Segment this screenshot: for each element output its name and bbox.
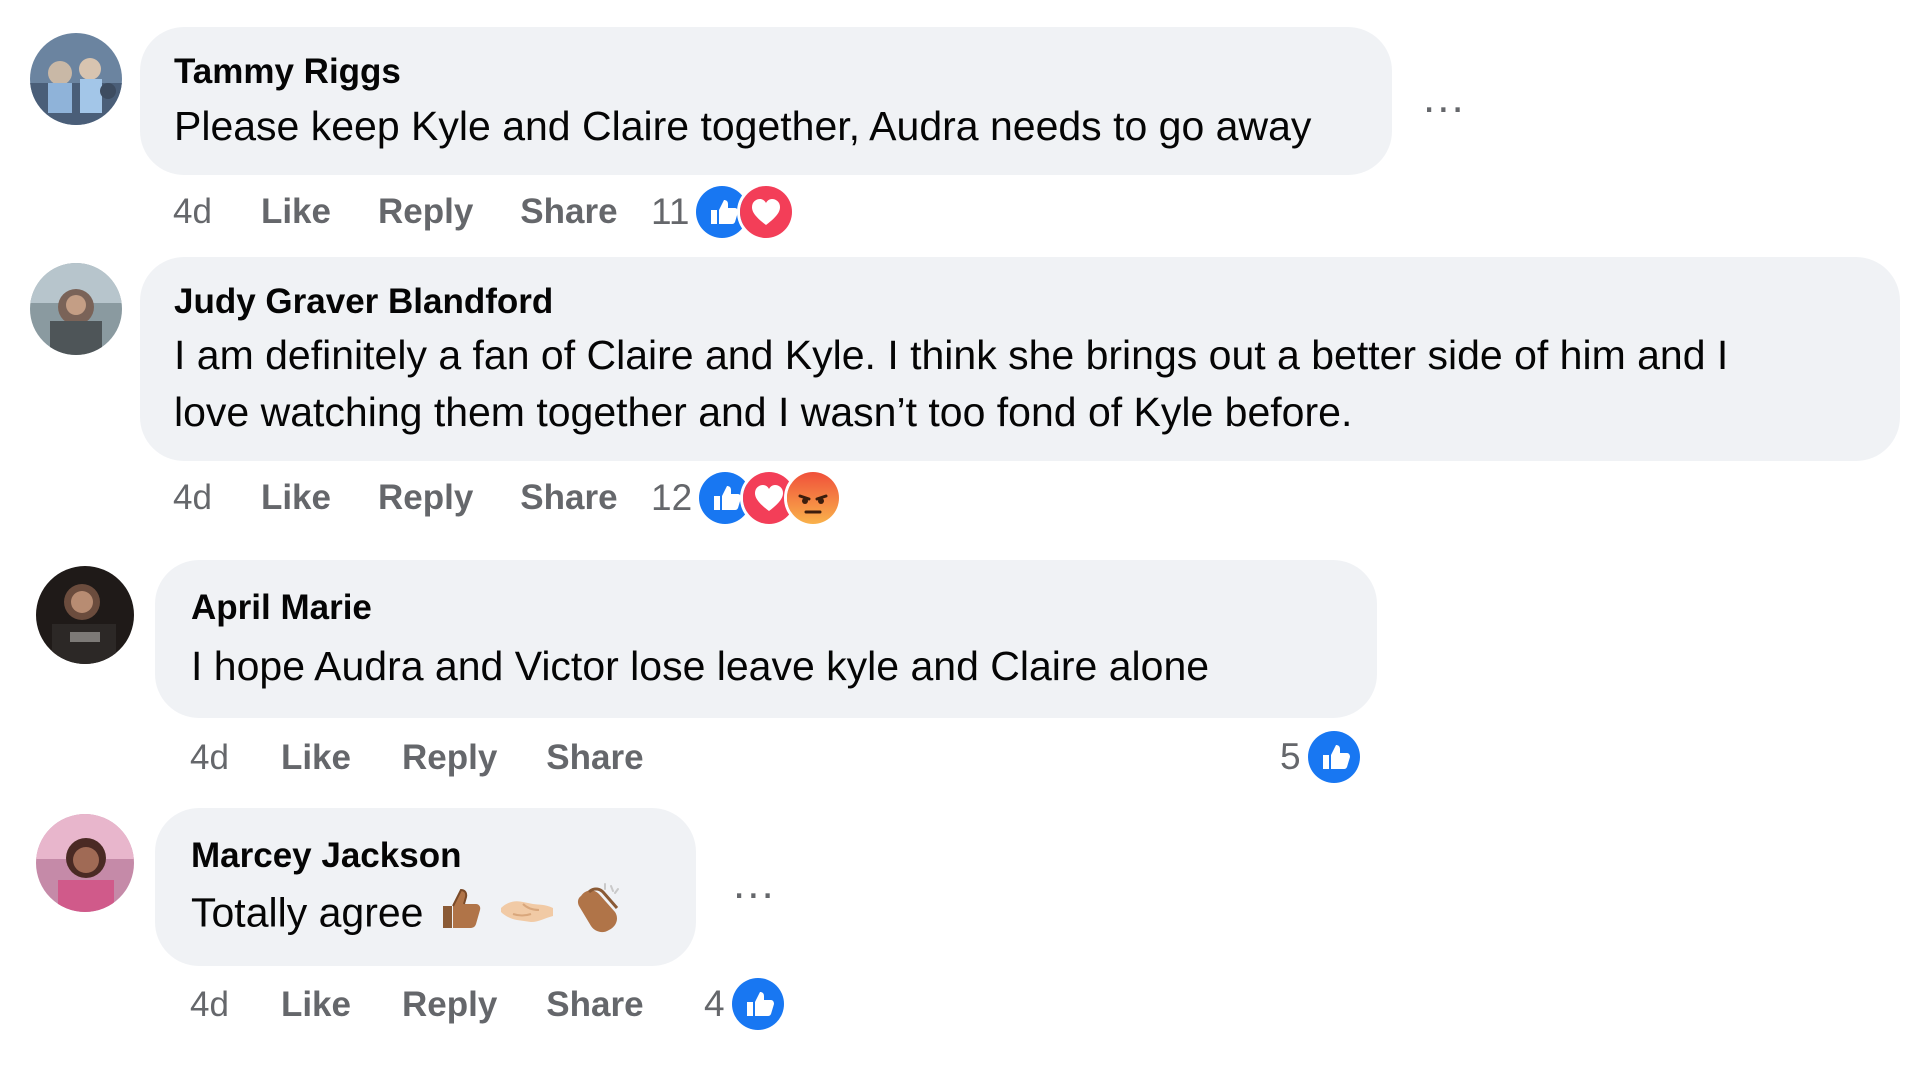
comment-text: I hope Audra and Victor lose leave kyle … — [191, 643, 1210, 689]
clapping-hands-emoji — [571, 882, 627, 949]
reaction-count: 11 — [651, 191, 690, 232]
reply-button[interactable]: Reply — [402, 985, 497, 1025]
share-button[interactable]: Share — [520, 192, 617, 232]
comment-actions: 4d Like Reply Share — [190, 728, 644, 788]
like-button[interactable]: Like — [261, 192, 331, 232]
reaction-count: 12 — [651, 477, 693, 518]
angry-icon — [784, 469, 843, 527]
avatar[interactable] — [36, 814, 134, 912]
comment-timestamp[interactable]: 4d — [190, 985, 229, 1025]
reaction-summary[interactable]: 11 — [651, 182, 796, 242]
comment-author[interactable]: Marcey Jackson — [191, 836, 461, 876]
reply-button[interactable]: Reply — [378, 478, 473, 518]
comment-thread: Tammy Riggs Please keep Kyle and Claire … — [0, 0, 1920, 1080]
like-icon — [728, 975, 787, 1033]
comment-text: Totally agree — [191, 882, 627, 949]
share-button[interactable]: Share — [546, 985, 643, 1025]
avatar[interactable] — [36, 566, 134, 664]
reply-button[interactable]: Reply — [402, 738, 497, 778]
avatar[interactable] — [30, 33, 122, 125]
comment-text: love watching them together and I wasn’t… — [174, 389, 1353, 435]
avatar[interactable] — [30, 263, 122, 355]
handshake-emoji — [499, 887, 555, 945]
reaction-summary[interactable]: 5 — [1280, 727, 1363, 787]
share-button[interactable]: Share — [520, 478, 617, 518]
comment-actions: 4d Like Reply Share — [173, 182, 618, 242]
love-icon — [737, 183, 796, 241]
comment-text: I am definitely a fan of Claire and Kyle… — [174, 332, 1729, 378]
thumbs-up-emoji — [439, 884, 483, 947]
more-options-icon[interactable]: ... — [733, 862, 776, 906]
comment-author[interactable]: Judy Graver Blandford — [174, 282, 553, 322]
reaction-summary[interactable]: 4 — [704, 974, 787, 1034]
like-button[interactable]: Like — [281, 985, 351, 1025]
comment-author[interactable]: April Marie — [191, 588, 372, 628]
like-icon — [1304, 728, 1363, 786]
like-button[interactable]: Like — [281, 738, 351, 778]
comment-timestamp[interactable]: 4d — [173, 192, 212, 232]
comment-timestamp[interactable]: 4d — [173, 478, 212, 518]
comment-actions: 4d Like Reply Share — [173, 468, 618, 528]
like-button[interactable]: Like — [261, 478, 331, 518]
comment-actions: 4d Like Reply Share — [190, 975, 644, 1035]
more-options-icon[interactable]: ... — [1423, 76, 1466, 120]
reaction-summary[interactable]: 12 — [651, 468, 843, 528]
reply-button[interactable]: Reply — [378, 192, 473, 232]
reaction-count: 5 — [1280, 736, 1301, 777]
comment-timestamp[interactable]: 4d — [190, 738, 229, 778]
share-button[interactable]: Share — [546, 738, 643, 778]
comment-author[interactable]: Tammy Riggs — [174, 52, 401, 92]
comment-text-body: Totally agree — [191, 889, 424, 936]
reaction-count: 4 — [704, 983, 725, 1024]
comment-text: Please keep Kyle and Claire together, Au… — [174, 103, 1312, 149]
